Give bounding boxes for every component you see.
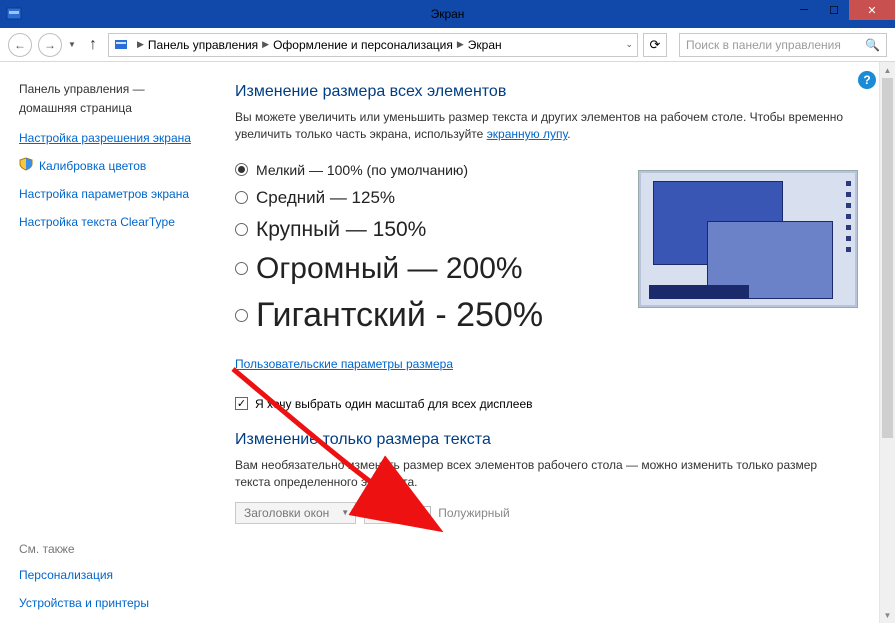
radio-label: Мелкий — 100% (по умолчанию) xyxy=(256,162,468,178)
chevron-down-icon: ▼ xyxy=(398,508,406,517)
fontsize-select[interactable]: 11 ▼ xyxy=(364,502,410,524)
radio-icon xyxy=(235,309,248,322)
chevron-down-icon[interactable]: ⌄ xyxy=(625,39,633,50)
description-text-only: Вам необязательно изменять размер всех э… xyxy=(235,457,845,492)
sidebar-link-display-settings[interactable]: Настройка параметров экрана xyxy=(19,185,197,203)
single-scale-checkbox-row[interactable]: ✓ Я хочу выбрать один масштаб для всех д… xyxy=(235,397,870,411)
close-button[interactable]: ✕ xyxy=(849,0,895,20)
chevron-down-icon: ▼ xyxy=(341,508,349,517)
search-input[interactable]: Поиск в панели управления 🔍 xyxy=(679,33,887,57)
radio-icon xyxy=(235,223,248,236)
scroll-track[interactable] xyxy=(880,78,895,607)
element-select[interactable]: Заголовки окон ▼ xyxy=(235,502,356,524)
radio-label: Средний — 125% xyxy=(256,188,395,208)
sidebar-see-personalization[interactable]: Персонализация xyxy=(19,566,197,584)
forward-button[interactable]: → xyxy=(38,33,62,57)
maximize-button[interactable]: ☐ xyxy=(819,0,849,20)
minimize-button[interactable]: ─ xyxy=(789,0,819,20)
location-icon xyxy=(113,37,129,53)
sidebar-see-devices[interactable]: Устройства и принтеры xyxy=(19,594,197,612)
checkbox-label: Я хочу выбрать один масштаб для всех дис… xyxy=(255,397,533,411)
shield-icon xyxy=(19,157,33,171)
sidebar-home-line1[interactable]: Панель управления — xyxy=(19,81,197,98)
chevron-right-icon: ▶ xyxy=(258,39,273,50)
bold-label: Полужирный xyxy=(438,506,510,520)
content-pane: ? Изменение размера всех элементов Вы мо… xyxy=(211,63,894,622)
back-button[interactable]: ← xyxy=(8,33,32,57)
sidebar: Панель управления — домашняя страница На… xyxy=(1,63,211,622)
preview-image xyxy=(638,170,858,308)
sidebar-link-resolution[interactable]: Настройка разрешения экрана xyxy=(19,129,197,147)
breadcrumb-leaf[interactable]: Экран xyxy=(468,38,502,52)
heading-text-only: Изменение только размера текста xyxy=(235,431,870,449)
scroll-down-button[interactable]: ▼ xyxy=(880,607,895,623)
radio-label: Крупный — 150% xyxy=(256,218,426,242)
help-icon[interactable]: ? xyxy=(858,71,876,89)
chevron-right-icon: ▶ xyxy=(133,39,148,50)
heading-size-all: Изменение размера всех элементов xyxy=(235,83,870,101)
system-menu-icon[interactable] xyxy=(0,0,28,28)
select-value: Заголовки окон xyxy=(244,506,329,520)
history-dropdown[interactable]: ▼ xyxy=(68,40,78,49)
checkbox-icon xyxy=(418,506,431,519)
vertical-scrollbar[interactable]: ▲ ▼ xyxy=(879,62,895,623)
radio-icon xyxy=(235,262,248,275)
window-titlebar: Экран ─ ☐ ✕ xyxy=(0,0,895,28)
custom-size-link[interactable]: Пользовательские параметры размера xyxy=(235,357,453,371)
scroll-thumb[interactable] xyxy=(882,78,893,438)
refresh-button[interactable]: ⟳ xyxy=(643,33,667,57)
description-size-all: Вы можете увеличить или уменьшить размер… xyxy=(235,109,845,144)
address-toolbar: ← → ▼ ↑ ▶ Панель управления ▶ Оформление… xyxy=(0,28,895,62)
magnifier-link[interactable]: экранную лупу xyxy=(487,127,568,141)
sidebar-home-line2[interactable]: домашняя страница xyxy=(19,100,197,117)
sidebar-link-calibration[interactable]: Калибровка цветов xyxy=(39,157,146,175)
breadcrumb-mid[interactable]: Оформление и персонализация xyxy=(273,38,453,52)
sidebar-see-also-label: См. также xyxy=(19,542,197,556)
radio-label: Гигантский - 250% xyxy=(256,296,543,335)
radio-icon xyxy=(235,191,248,204)
search-placeholder: Поиск в панели управления xyxy=(686,38,841,52)
radio-label: Огромный — 200% xyxy=(256,252,523,286)
window-title: Экран xyxy=(0,7,895,21)
breadcrumb-root[interactable]: Панель управления xyxy=(148,38,258,52)
breadcrumb[interactable]: ▶ Панель управления ▶ Оформление и персо… xyxy=(108,33,638,57)
checkbox-icon: ✓ xyxy=(235,397,248,410)
sidebar-link-cleartype[interactable]: Настройка текста ClearType xyxy=(19,213,197,231)
bold-checkbox-row[interactable]: Полужирный xyxy=(418,506,510,520)
up-button[interactable]: ↑ xyxy=(84,36,102,54)
search-icon: 🔍 xyxy=(865,38,880,52)
scroll-up-button[interactable]: ▲ xyxy=(880,62,895,78)
chevron-right-icon: ▶ xyxy=(453,39,468,50)
radio-icon xyxy=(235,163,248,176)
select-value: 11 xyxy=(373,506,385,520)
